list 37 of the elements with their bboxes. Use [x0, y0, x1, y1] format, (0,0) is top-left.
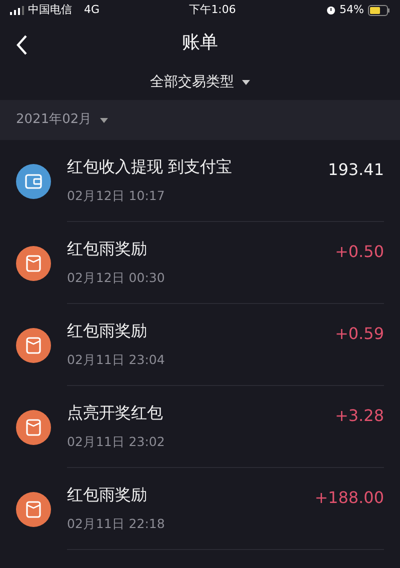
transaction-time: 02月12日 00:30 [67, 269, 166, 288]
transaction-time: 02月11日 23:02 [67, 433, 166, 452]
transaction-row[interactable]: 红包雨奖励 02月11日 23:04 +0.59 [0, 304, 400, 386]
network-type: 4G [84, 2, 100, 18]
transaction-row[interactable]: 点亮开奖红包 02月11日 23:02 +3.28 [0, 386, 400, 468]
transaction-time: 02月12日 10:17 [67, 187, 166, 206]
status-time: 下午1:06 [189, 2, 236, 16]
transaction-time: 02月11日 22:18 [67, 515, 166, 534]
transaction-amount: +0.50 [334, 241, 384, 263]
transaction-row[interactable]: 红包雨奖励 02月11日 22:18 +188.00 [0, 468, 400, 550]
transaction-amount: +3.28 [334, 405, 384, 427]
filter-dropdown[interactable]: 全部交易类型 [144, 65, 256, 100]
transaction-title: 点亮开奖红包 [67, 402, 164, 424]
envelope-icon [16, 246, 51, 280]
alarm-icon [326, 5, 336, 15]
wallet-icon [16, 164, 51, 198]
envelope-icon [16, 328, 51, 362]
signal-icon [10, 6, 24, 14]
envelope-icon [16, 492, 51, 526]
transaction-time: 02月11日 23:04 [67, 351, 166, 370]
transaction-title: 红包雨奖励 [67, 320, 148, 342]
month-selector[interactable]: 2021年02月 [16, 110, 108, 130]
battery-icon [368, 4, 390, 16]
envelope-icon [16, 410, 51, 444]
page-title: 账单 [182, 31, 218, 55]
transaction-row[interactable]: 红包收入提现 到支付宝 02月12日 10:17 193.41 [0, 140, 400, 222]
battery-percent: 54% [340, 2, 364, 18]
transaction-amount: +188.00 [314, 487, 384, 509]
transaction-amount: +0.59 [334, 323, 384, 345]
caret-icon [100, 118, 108, 122]
carrier-name: 中国电信 [28, 2, 72, 18]
transaction-amount: 193.41 [328, 159, 384, 181]
transaction-title: 红包收入提现 到支付宝 [67, 156, 234, 178]
transaction-row[interactable]: 红包雨奖励 02月12日 00:30 +0.50 [0, 222, 400, 304]
transaction-title: 红包雨奖励 [67, 484, 148, 506]
transaction-title: 红包雨奖励 [67, 238, 148, 260]
caret-icon [242, 80, 250, 85]
